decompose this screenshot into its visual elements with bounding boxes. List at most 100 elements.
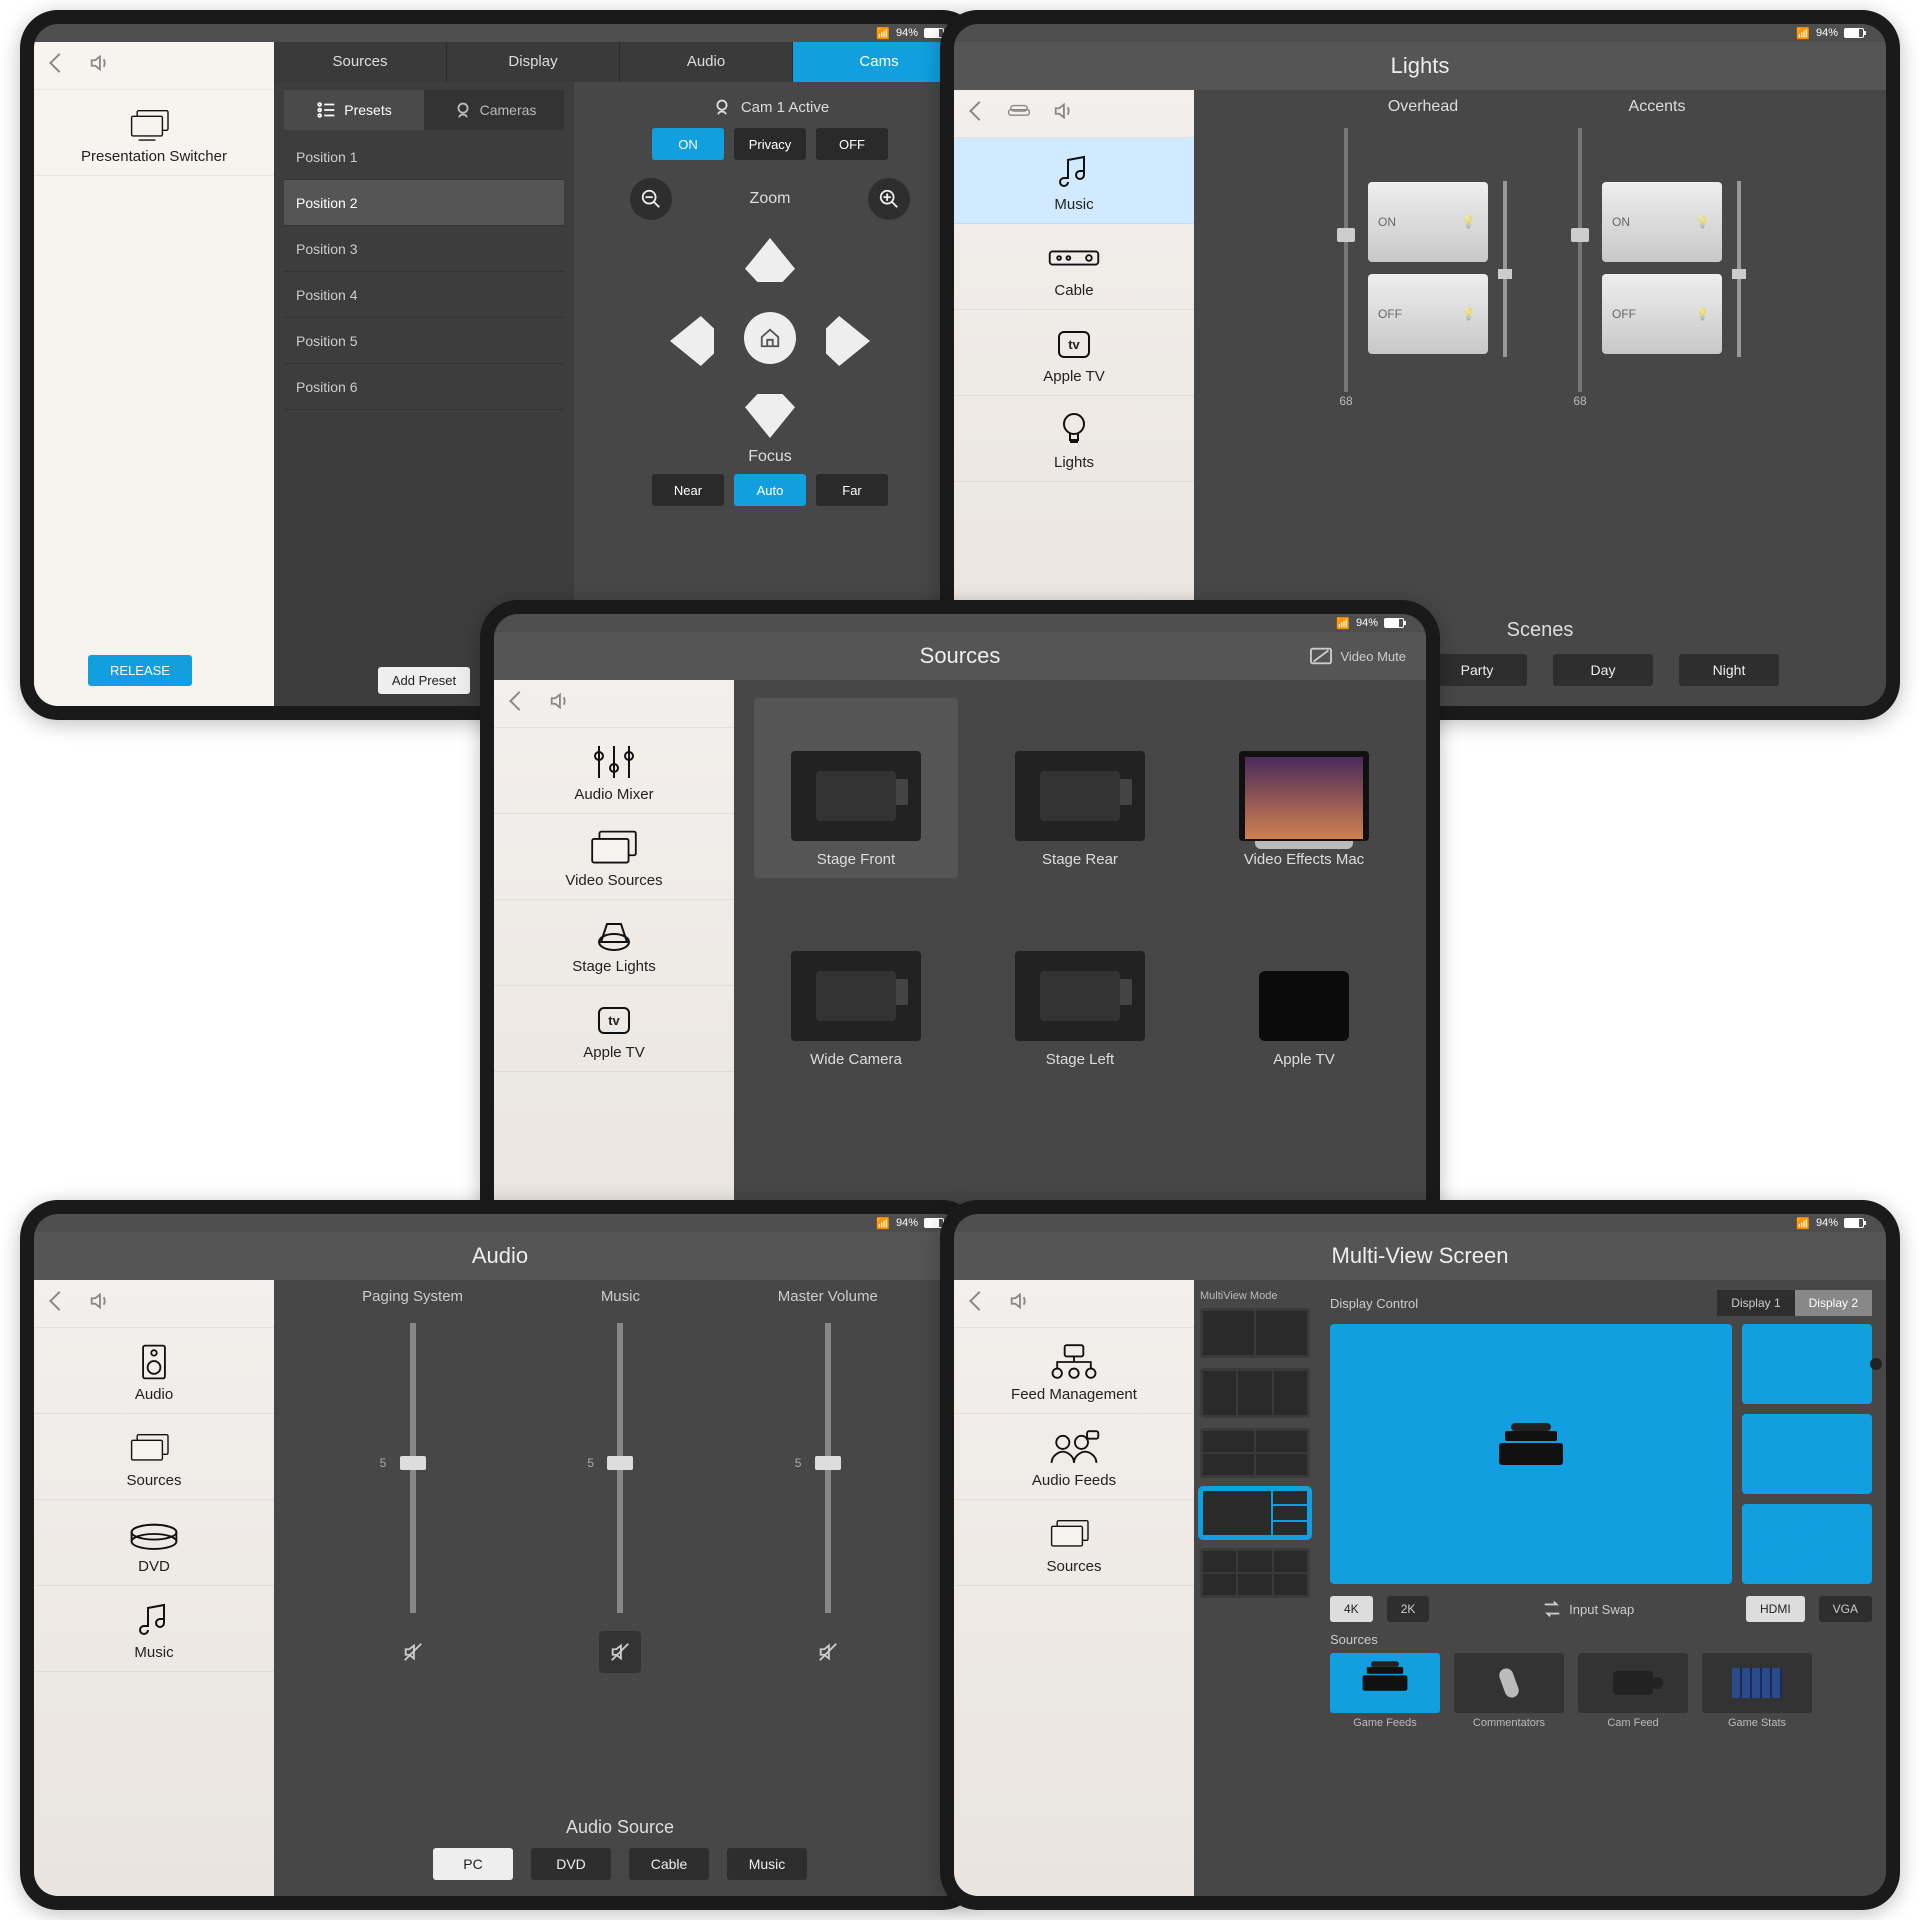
tab-display[interactable]: Display <box>447 42 620 82</box>
speaker-icon[interactable] <box>88 52 110 79</box>
audiosrc-pc[interactable]: PC <box>433 1848 513 1880</box>
res-2k-button[interactable]: 2K <box>1387 1596 1430 1622</box>
sidebar-item-appletv[interactable]: tv Apple TV <box>954 310 1194 396</box>
master-slider[interactable]: 5 <box>825 1323 831 1613</box>
audiosrc-cable[interactable]: Cable <box>629 1848 709 1880</box>
cam-on-button[interactable]: ON <box>652 128 724 160</box>
sidebar-item-sources[interactable]: Sources <box>954 1500 1194 1586</box>
out-hdmi-button[interactable]: HDMI <box>1746 1596 1805 1622</box>
preset-row[interactable]: Position 2 <box>284 180 564 226</box>
source-stage-front[interactable]: Stage Front <box>754 698 958 878</box>
layout-6[interactable] <box>1200 1548 1310 1598</box>
scene-day[interactable]: Day <box>1553 654 1653 686</box>
dpad-down[interactable] <box>745 394 795 438</box>
preview-main[interactable] <box>1330 1324 1732 1584</box>
preset-row[interactable]: Position 3 <box>284 226 564 272</box>
music-mute[interactable] <box>599 1631 641 1673</box>
sidebar-item-cable[interactable]: Cable <box>954 224 1194 310</box>
sidebar-item-music[interactable]: Music <box>34 1586 274 1672</box>
sidebar-item-audio[interactable]: Audio <box>34 1328 274 1414</box>
preset-row[interactable]: Position 5 <box>284 318 564 364</box>
video-mute-button[interactable]: Video Mute <box>1310 645 1406 667</box>
subtab-presets[interactable]: Presets <box>284 90 424 130</box>
sofa-icon[interactable] <box>1008 100 1030 127</box>
focus-near-button[interactable]: Near <box>652 474 724 506</box>
audiosrc-dvd[interactable]: DVD <box>531 1848 611 1880</box>
zoom-out-button[interactable] <box>630 178 672 220</box>
display-2-button[interactable]: Display 2 <box>1795 1290 1872 1316</box>
preset-row[interactable]: Position 4 <box>284 272 564 318</box>
mvsrc-game-stats[interactable]: Game Stats <box>1702 1653 1812 1729</box>
accents-off-button[interactable]: OFF💡 <box>1602 274 1722 354</box>
mvsrc-game-feeds[interactable]: Game Feeds <box>1330 1653 1440 1729</box>
focus-far-button[interactable]: Far <box>816 474 888 506</box>
sidebar-item-appletv[interactable]: tv Apple TV <box>494 986 734 1072</box>
preset-row[interactable]: Position 6 <box>284 364 564 410</box>
master-mute[interactable] <box>807 1631 849 1673</box>
display-1-button[interactable]: Display 1 <box>1717 1290 1794 1316</box>
preview-slot-2[interactable] <box>1742 1414 1872 1494</box>
add-preset-button[interactable]: Add Preset <box>378 667 470 694</box>
dpad-right[interactable] <box>826 316 870 366</box>
sidebar-item-music[interactable]: Music <box>954 138 1194 224</box>
cam-off-button[interactable]: OFF <box>816 128 888 160</box>
back-icon[interactable] <box>52 1294 66 1313</box>
back-icon[interactable] <box>512 694 526 713</box>
dpad-up[interactable] <box>745 238 795 282</box>
sidebar-item-audio-mixer[interactable]: Audio Mixer <box>494 728 734 814</box>
speaker-icon[interactable] <box>548 690 570 717</box>
preview-slot-3[interactable] <box>1742 1504 1872 1584</box>
mvsrc-cam-feed[interactable]: Cam Feed <box>1578 1653 1688 1729</box>
paging-mute[interactable] <box>392 1631 434 1673</box>
back-icon[interactable] <box>52 56 66 75</box>
tab-audio[interactable]: Audio <box>620 42 793 82</box>
layout-4[interactable] <box>1200 1428 1310 1478</box>
release-button[interactable]: RELEASE <box>88 655 192 686</box>
overhead-on-button[interactable]: ON💡 <box>1368 182 1488 262</box>
audiosrc-music[interactable]: Music <box>727 1848 807 1880</box>
cam-privacy-button[interactable]: Privacy <box>734 128 806 160</box>
mvsrc-commentators[interactable]: Commentators <box>1454 1653 1564 1729</box>
source-stage-rear[interactable]: Stage Rear <box>978 698 1182 878</box>
layout-2[interactable] <box>1200 1308 1310 1358</box>
music-slider[interactable]: 5 <box>617 1323 623 1613</box>
back-icon[interactable] <box>972 1294 986 1313</box>
speaker-icon[interactable] <box>1052 100 1074 127</box>
tab-sources[interactable]: Sources <box>274 42 447 82</box>
source-video-effects-mac[interactable]: Video Effects Mac <box>1202 698 1406 878</box>
sidebar-item-dvd[interactable]: DVD <box>34 1500 274 1586</box>
sidebar-item-video-sources[interactable]: Video Sources <box>494 814 734 900</box>
source-wide-camera[interactable]: Wide Camera <box>754 898 958 1078</box>
preview-slot-1[interactable] <box>1742 1324 1872 1404</box>
sidebar-item-stage-lights[interactable]: Stage Lights <box>494 900 734 986</box>
out-vga-button[interactable]: VGA <box>1819 1596 1872 1622</box>
overhead-slider[interactable]: 68 <box>1336 128 1356 408</box>
back-icon[interactable] <box>972 104 986 123</box>
subtab-cameras[interactable]: Cameras <box>424 90 564 130</box>
layout-1-3[interactable] <box>1200 1488 1310 1538</box>
res-4k-button[interactable]: 4K <box>1330 1596 1373 1622</box>
scene-night[interactable]: Night <box>1679 654 1779 686</box>
overhead-mini-slider[interactable] <box>1500 181 1510 357</box>
accents-slider[interactable]: 68 <box>1570 128 1590 408</box>
overhead-off-button[interactable]: OFF💡 <box>1368 274 1488 354</box>
accents-on-button[interactable]: ON💡 <box>1602 182 1722 262</box>
focus-auto-button[interactable]: Auto <box>734 474 806 506</box>
paging-slider[interactable]: 5 <box>410 1323 416 1613</box>
sidebar-item-presentation-switcher[interactable]: Presentation Switcher <box>34 90 274 176</box>
speaker-icon[interactable] <box>1008 1290 1030 1317</box>
scene-party[interactable]: Party <box>1427 654 1527 686</box>
zoom-in-button[interactable] <box>868 178 910 220</box>
preset-row[interactable]: Position 1 <box>284 134 564 180</box>
dpad-home[interactable] <box>744 312 796 364</box>
source-appletv[interactable]: Apple TV <box>1202 898 1406 1078</box>
input-swap-button[interactable]: Input Swap <box>1541 1598 1634 1620</box>
speaker-icon[interactable] <box>88 1290 110 1317</box>
sidebar-item-feed-management[interactable]: Feed Management <box>954 1328 1194 1414</box>
source-stage-left[interactable]: Stage Left <box>978 898 1182 1078</box>
sidebar-item-audio-feeds[interactable]: Audio Feeds <box>954 1414 1194 1500</box>
dpad-left[interactable] <box>670 316 714 366</box>
accents-mini-slider[interactable] <box>1734 181 1744 357</box>
sidebar-item-sources[interactable]: Sources <box>34 1414 274 1500</box>
sidebar-item-lights[interactable]: Lights <box>954 396 1194 482</box>
